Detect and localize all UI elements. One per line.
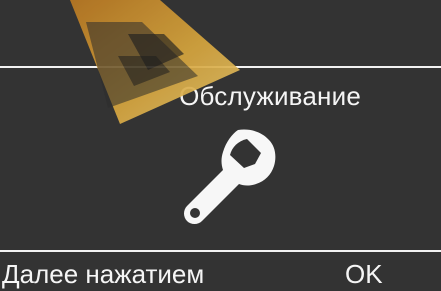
wrench-icon [184, 129, 276, 224]
screen-title: Обслуживание [179, 81, 361, 111]
next-instruction: Далее нажатием [2, 259, 205, 289]
ok-label[interactable]: OK [345, 259, 383, 289]
top-bar [0, 0, 441, 66]
device-display: Обслуживание Далее нажатием OK [0, 0, 441, 291]
